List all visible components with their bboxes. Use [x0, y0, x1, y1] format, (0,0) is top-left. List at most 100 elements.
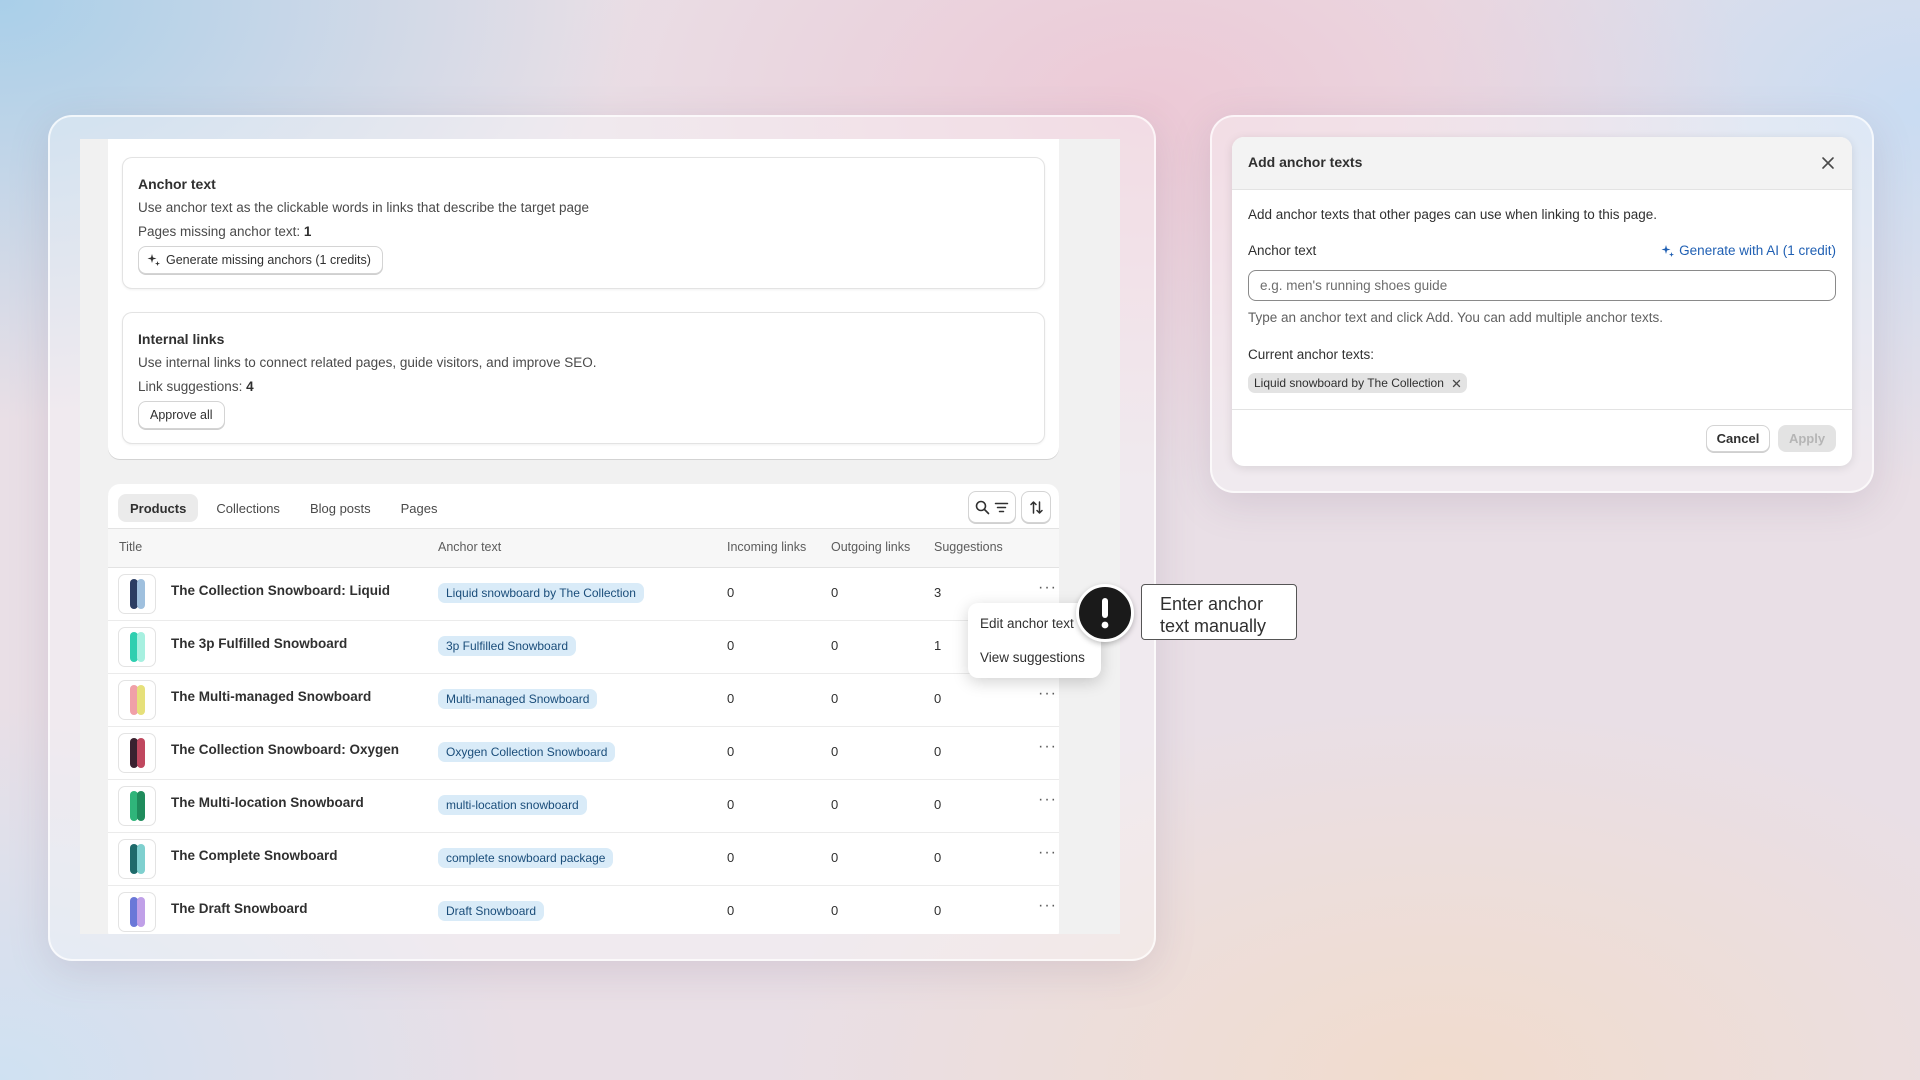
- missing-count: 1: [303, 224, 312, 239]
- close-icon[interactable]: [1821, 156, 1835, 170]
- table-row[interactable]: The Complete Snowboard complete snowboard…: [108, 832, 1059, 886]
- snowboard-image: [137, 791, 145, 821]
- link-suggestions-status: Link suggestions: 4: [138, 379, 254, 394]
- suggestions-label: Link suggestions:: [138, 379, 243, 394]
- tab-collections[interactable]: Collections: [204, 494, 292, 522]
- snowboard-image: [137, 844, 145, 874]
- suggestions-value: 0: [934, 691, 942, 706]
- snowboard-image: [137, 897, 145, 927]
- incoming-links-value: 0: [727, 797, 735, 812]
- table-row[interactable]: The Collection Snowboard: Oxygen Oxygen C…: [108, 726, 1059, 780]
- anchor-text-badge: Liquid snowboard by The Collection: [438, 583, 644, 603]
- anchor-section-title: Anchor text: [138, 176, 216, 192]
- menu-item-view-suggestions[interactable]: View suggestions: [980, 650, 1085, 665]
- incoming-links-value: 0: [727, 638, 735, 653]
- links-table-card: Products Collections Blog posts Pages Ti…: [108, 484, 1059, 934]
- table-row[interactable]: The Multi-managed Snowboard Multi-managed…: [108, 673, 1059, 727]
- links-section-description: Use internal links to connect related pa…: [138, 355, 597, 370]
- more-actions-icon[interactable]: ···: [1038, 738, 1057, 756]
- menu-item-edit-anchor-text[interactable]: Edit anchor text: [980, 616, 1074, 631]
- suggestions-value: 3: [934, 585, 942, 600]
- more-actions-icon[interactable]: ···: [1038, 685, 1057, 703]
- tab-pages[interactable]: Pages: [389, 494, 450, 522]
- product-title[interactable]: The Collection Snowboard: Liquid: [171, 583, 390, 598]
- product-thumbnail: [118, 839, 156, 879]
- sparkle-icon: [1661, 244, 1675, 257]
- anchor-text-badge: 3p Fulfilled Snowboard: [438, 636, 577, 656]
- table-row[interactable]: The Multi-location Snowboard multi-locati…: [108, 779, 1059, 833]
- anchor-text-badge: complete snowboard package: [438, 848, 614, 868]
- suggestions-value: 0: [934, 903, 942, 918]
- outgoing-links-value: 0: [831, 585, 839, 600]
- column-incoming-links: Incoming links: [727, 540, 807, 554]
- settings-card: Anchor text Use anchor text as the click…: [108, 139, 1059, 459]
- apply-button[interactable]: Apply: [1778, 425, 1836, 452]
- sort-icon: [1029, 500, 1043, 514]
- remove-tag-icon[interactable]: [1452, 379, 1461, 388]
- snowboard-image: [137, 632, 145, 662]
- more-actions-icon[interactable]: ···: [1038, 791, 1057, 809]
- add-anchor-texts-modal: Add anchor texts Add anchor texts that o…: [1232, 137, 1852, 466]
- admin-page: Anchor text Use anchor text as the click…: [80, 139, 1120, 934]
- incoming-links-value: 0: [727, 691, 735, 706]
- outgoing-links-value: 0: [831, 903, 839, 918]
- sparkle-icon: [147, 254, 160, 266]
- product-title[interactable]: The Complete Snowboard: [171, 848, 338, 863]
- outgoing-links-value: 0: [831, 638, 839, 653]
- product-title[interactable]: The 3p Fulfilled Snowboard: [171, 636, 347, 651]
- suggestions-count: 4: [246, 379, 254, 394]
- column-outgoing-links: Outgoing links: [831, 540, 911, 554]
- search-filter-button[interactable]: [968, 491, 1016, 523]
- modal-header: Add anchor texts: [1232, 137, 1852, 190]
- anchor-section-description: Use anchor text as the clickable words i…: [138, 200, 589, 215]
- internal-links-card: Internal links Use internal links to con…: [122, 312, 1045, 444]
- table-row[interactable]: The Collection Snowboard: Liquid Liquid s…: [108, 567, 1059, 621]
- product-thumbnail: [118, 680, 156, 720]
- filter-icon: [994, 502, 1009, 512]
- incoming-links-value: 0: [727, 850, 735, 865]
- anchor-text-badge: multi-location snowboard: [438, 795, 587, 815]
- product-title[interactable]: The Draft Snowboard: [171, 901, 308, 916]
- approve-all-button[interactable]: Approve all: [138, 401, 225, 429]
- more-actions-icon[interactable]: ···: [1038, 579, 1057, 597]
- table-header: Title Anchor text Incoming links Outgoin…: [108, 528, 1059, 568]
- tab-blog-posts[interactable]: Blog posts: [298, 494, 383, 522]
- table-row[interactable]: The Draft Snowboard Draft Snowboard 0 0 0 ···: [108, 885, 1059, 934]
- outgoing-links-value: 0: [831, 850, 839, 865]
- incoming-links-value: 0: [727, 585, 735, 600]
- anchor-text-field-label: Anchor text: [1248, 243, 1317, 258]
- product-title[interactable]: The Multi-location Snowboard: [171, 795, 364, 810]
- anchor-text-help: Type an anchor text and click Add. You c…: [1248, 310, 1664, 325]
- product-thumbnail: [118, 733, 156, 773]
- anchor-text-badge: Draft Snowboard: [438, 901, 545, 921]
- snowboard-image: [137, 738, 145, 768]
- anchor-tag: Liquid snowboard by The Collection: [1248, 373, 1467, 393]
- product-title[interactable]: The Collection Snowboard: Oxygen: [171, 742, 399, 757]
- modal-title: Add anchor texts: [1248, 154, 1363, 170]
- more-actions-icon[interactable]: ···: [1038, 897, 1057, 915]
- table-row[interactable]: The 3p Fulfilled Snowboard 3p Fulfilled S…: [108, 620, 1059, 674]
- missing-anchor-status: Pages missing anchor text: 1: [138, 224, 311, 239]
- outgoing-links-value: 0: [831, 691, 839, 706]
- generate-missing-anchors-label: Generate missing anchors (1 credits): [166, 253, 371, 267]
- suggestions-value: 0: [934, 797, 942, 812]
- anchor-text-badge: Oxygen Collection Snowboard: [438, 742, 616, 762]
- modal-footer: Cancel Apply: [1232, 409, 1852, 466]
- product-title[interactable]: The Multi-managed Snowboard: [171, 689, 371, 704]
- generate-missing-anchors-button[interactable]: Generate missing anchors (1 credits): [138, 246, 383, 274]
- product-thumbnail: [118, 892, 156, 932]
- more-actions-icon[interactable]: ···: [1038, 844, 1057, 862]
- anchor-text-input[interactable]: [1248, 270, 1836, 301]
- generate-with-ai-link[interactable]: Generate with AI (1 credit): [1661, 243, 1836, 258]
- product-thumbnail: [118, 574, 156, 614]
- cancel-button[interactable]: Cancel: [1706, 425, 1770, 452]
- annotation-callout: Enter anchor text manually: [1141, 584, 1297, 640]
- product-thumbnail: [118, 627, 156, 667]
- incoming-links-value: 0: [727, 744, 735, 759]
- sort-button[interactable]: [1021, 491, 1051, 523]
- incoming-links-value: 0: [727, 903, 735, 918]
- product-thumbnail: [118, 786, 156, 826]
- exclamation-icon: [1076, 584, 1134, 642]
- column-title: Title: [119, 540, 143, 554]
- tab-products[interactable]: Products: [118, 494, 199, 522]
